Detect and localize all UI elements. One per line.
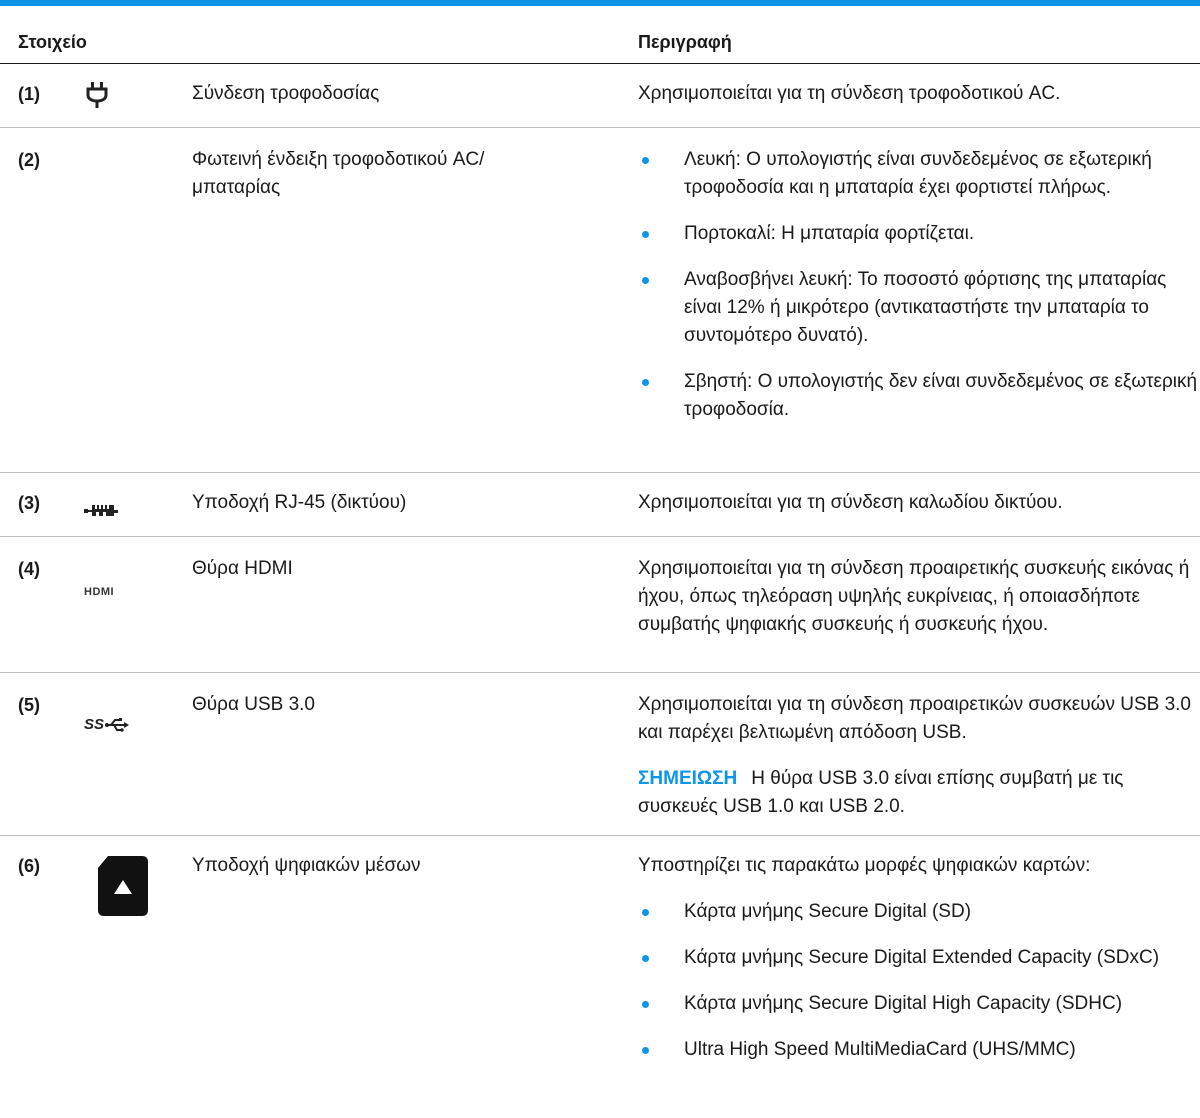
bullet-text: Κάρτα μνήμης Secure Digital (SD) xyxy=(684,901,972,922)
list-item: Σβηστή: Ο υπολογιστής δεν είναι συνδεδεμ… xyxy=(638,368,1198,424)
bullet-text: Κάρτα μνήμης Secure Digital Extended Cap… xyxy=(684,947,1160,968)
table-row: (2) Φωτεινή ένδειξη τροφοδοτικού AC/ μπα… xyxy=(0,128,1200,473)
table-header: Στοιχείο Περιγραφή xyxy=(0,6,1200,64)
bullet-text: Αναβοσβήνει λευκή: Το ποσοστό φόρτισης τ… xyxy=(684,269,1167,346)
bullet-dot xyxy=(642,1001,649,1008)
table-row: (4) HDMI Θύρα HDMI Χρησιμοποιείται για τ… xyxy=(0,537,1200,673)
bullet-dot xyxy=(642,955,649,962)
bullet-dot xyxy=(642,277,649,284)
list-item: Κάρτα μνήμης Secure Digital High Capacit… xyxy=(638,990,1198,1018)
note: ΣΗΜΕΙΩΣΗ Η θύρα USB 3.0 είναι επίσης συμβ… xyxy=(638,765,1198,821)
sd-card-icon xyxy=(98,856,148,925)
usb3-icon-label: SS xyxy=(84,716,105,733)
bullet-text: Ultra High Speed MultiMediaCard (UHS/MMC… xyxy=(684,1039,1076,1060)
column-header-description: Περιγραφή xyxy=(638,32,732,52)
list-item: Ultra High Speed MultiMediaCard (UHS/MMC… xyxy=(638,1036,1198,1064)
bullet-text: Κάρτα μνήμης Secure Digital High Capacit… xyxy=(684,993,1123,1014)
bullet-text: Λευκή: Ο υπολογιστής είναι συνδεδεμένος … xyxy=(684,149,1152,198)
bullet-text: Πορτοκαλί: Η μπαταρία φορτίζεται. xyxy=(684,223,975,244)
component-description: Χρησιμοποιείται για τη σύνδεση τροφοδοτι… xyxy=(638,83,1061,104)
table-row: (1) Σύνδεση τροφοδοσίας Χρησιμοποιείται … xyxy=(0,64,1200,128)
component-description: Λευκή: Ο υπολογιστής είναι συνδεδεμένος … xyxy=(638,146,1198,442)
bullet-dot xyxy=(642,157,649,164)
hdmi-icon: HDMI xyxy=(84,586,115,598)
component-description: Χρησιμοποιείται για τη σύνδεση προαιρετι… xyxy=(638,691,1198,839)
table-row: (3) Υποδοχή RJ-45 (δικτύου) Χρησιμοποιεί… xyxy=(0,473,1200,537)
component-description: Χρησιμοποιείται για τη σύνδεση καλωδίου … xyxy=(638,492,1063,513)
list-item: Πορτοκαλί: Η μπαταρία φορτίζεται. xyxy=(638,220,1198,248)
network-jack-icon xyxy=(84,499,118,527)
column-header-component: Στοιχείο xyxy=(18,32,87,52)
component-name: Θύρα USB 3.0 xyxy=(192,694,315,715)
component-description: Χρησιμοποιείται για τη σύνδεση προαιρετι… xyxy=(638,558,1190,635)
list-item: Κάρτα μνήμης Secure Digital (SD) xyxy=(638,898,1198,926)
component-name: Σύνδεση τροφοδοσίας xyxy=(192,83,380,104)
component-name: Υποδοχή RJ-45 (δικτύου) xyxy=(192,492,407,513)
component-name: Φωτεινή ένδειξη τροφοδοτικού AC/ μπαταρί… xyxy=(192,149,485,198)
row-number: (2) xyxy=(18,150,40,170)
bullet-dot xyxy=(642,1047,649,1054)
power-plug-icon xyxy=(86,82,108,117)
row-number: (5) xyxy=(18,695,40,715)
bullet-dot xyxy=(642,231,649,238)
list-item: Αναβοσβήνει λευκή: Το ποσοστό φόρτισης τ… xyxy=(638,266,1198,350)
usb3-icon: SS xyxy=(84,716,130,733)
component-name: Θύρα HDMI xyxy=(192,558,293,579)
list-item: Λευκή: Ο υπολογιστής είναι συνδεδεμένος … xyxy=(638,146,1198,202)
bullet-dot xyxy=(642,379,649,386)
list-item: Κάρτα μνήμης Secure Digital Extended Cap… xyxy=(638,944,1198,972)
row-number: (4) xyxy=(18,559,40,579)
table-row: (6) Υποδοχή ψηφιακών μέσων Υποστηρίζει τ… xyxy=(0,836,1200,1118)
bullet-text: Σβηστή: Ο υπολογιστής δεν είναι συνδεδεμ… xyxy=(684,371,1198,420)
description-text: Υποστηρίζει τις παρακάτω μορφές ψηφιακών… xyxy=(638,855,1091,876)
component-name: Υποδοχή ψηφιακών μέσων xyxy=(192,855,421,876)
note-label: ΣΗΜΕΙΩΣΗ xyxy=(638,768,738,789)
table-row: (5) SS Θύρα USB 3.0 Χρησιμοποιείται για … xyxy=(0,673,1200,836)
row-number: (3) xyxy=(18,493,40,513)
row-number: (1) xyxy=(18,84,40,104)
description-text: Χρησιμοποιείται για τη σύνδεση προαιρετι… xyxy=(638,694,1192,743)
bullet-dot xyxy=(642,909,649,916)
component-description: Υποστηρίζει τις παρακάτω μορφές ψηφιακών… xyxy=(638,852,1198,1082)
row-number: (6) xyxy=(18,856,40,876)
